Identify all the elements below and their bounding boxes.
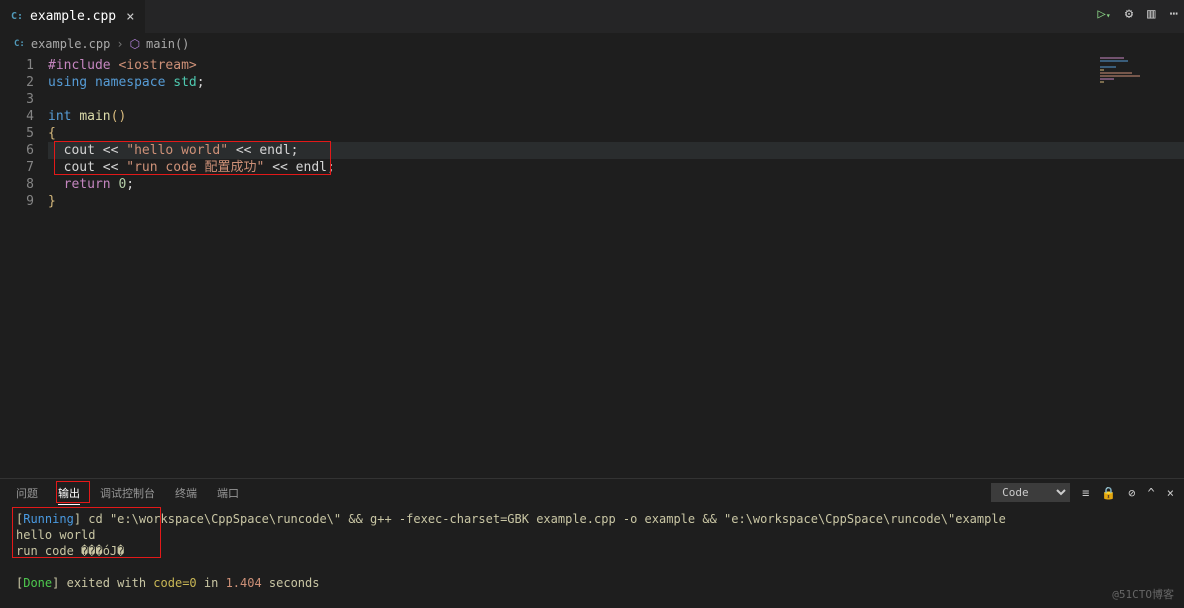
split-editor-icon[interactable]: ▥	[1147, 6, 1155, 22]
editor-title-actions: ▷▾ ⚙ ▥ ⋯	[1097, 6, 1178, 22]
lock-icon[interactable]: 🔒	[1101, 486, 1116, 500]
close-panel-icon[interactable]: ×	[1167, 486, 1174, 500]
breadcrumb-symbol[interactable]: main()	[146, 37, 189, 51]
output-content[interactable]: [Running] cd "e:\workspace\CppSpace\runc…	[12, 507, 1184, 595]
panel-tab-terminal[interactable]: 终端	[175, 482, 197, 504]
panel-tab-ports[interactable]: 端口	[217, 482, 239, 504]
panel-tab-problems[interactable]: 问题	[16, 482, 38, 504]
code-content[interactable]: #include <iostream>using namespace std;i…	[48, 55, 1184, 475]
watermark: @51CTO博客	[1112, 586, 1174, 602]
clear-icon[interactable]: ⊘	[1128, 486, 1135, 500]
cpp-file-icon: C:	[10, 10, 24, 24]
line-number-gutter: 123456789	[0, 55, 48, 475]
panel-tab-debug-console[interactable]: 调试控制台	[100, 482, 155, 504]
run-icon[interactable]: ▷▾	[1097, 6, 1110, 22]
editor-tab-bar: C: example.cpp ×	[0, 0, 1184, 33]
method-icon: ⬡	[130, 37, 140, 51]
chevron-right-icon: ›	[116, 37, 123, 51]
code-editor[interactable]: 123456789 #include <iostream>using names…	[0, 55, 1184, 475]
cpp-file-icon: C:	[14, 39, 25, 49]
breadcrumb-file[interactable]: example.cpp	[31, 37, 110, 51]
gear-icon[interactable]: ⚙	[1125, 6, 1133, 22]
file-tab-example[interactable]: C: example.cpp ×	[0, 0, 145, 33]
filter-icon[interactable]: ≡	[1082, 486, 1089, 500]
minimap[interactable]	[1100, 56, 1180, 96]
bottom-panel: 问题 输出 调试控制台 终端 端口 Code ≡ 🔒 ⊘ ^ × [Runnin…	[0, 478, 1184, 608]
highlight-annotation-code	[54, 141, 331, 175]
tab-filename: example.cpp	[30, 9, 116, 24]
panel-actions: Code ≡ 🔒 ⊘ ^ ×	[991, 483, 1174, 502]
chevron-up-icon[interactable]: ^	[1148, 486, 1155, 500]
more-icon[interactable]: ⋯	[1170, 6, 1178, 22]
output-channel-select[interactable]: Code	[991, 483, 1070, 502]
close-icon[interactable]: ×	[126, 9, 134, 25]
highlight-annotation-output	[12, 507, 161, 558]
breadcrumb[interactable]: C: example.cpp › ⬡ main()	[0, 33, 1184, 55]
highlight-annotation-tab	[56, 481, 90, 503]
